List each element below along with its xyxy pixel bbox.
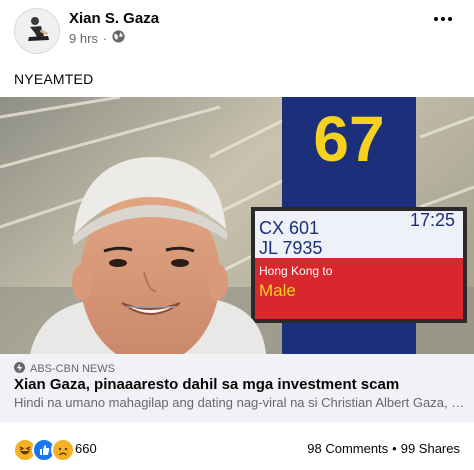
link-headline[interactable]: Xian Gaza, pinaaaresto dahil sa mga inve… <box>14 376 399 393</box>
departure-time: 17:25 <box>410 210 455 230</box>
globe-icon[interactable] <box>112 30 125 46</box>
gate-number: 67 <box>313 103 384 175</box>
post-author-name[interactable]: Xian S. Gaza <box>69 10 159 27</box>
flight-code-1: CX 601 <box>259 218 319 238</box>
route-destination: Male <box>259 281 296 300</box>
link-preview[interactable]: ABS-CBN NEWS Xian Gaza, pinaaaresto dahi… <box>0 354 474 422</box>
shares-count[interactable]: 99 Shares <box>401 441 460 456</box>
engagement-stats: 98 Comments • 99 Shares <box>307 441 460 456</box>
flight-code-2: JL 7935 <box>259 238 322 258</box>
post-meta: 9 hrs · <box>69 30 125 46</box>
news-source-icon <box>14 362 25 376</box>
avatar[interactable] <box>14 8 60 54</box>
post-time[interactable]: 9 hrs <box>69 31 98 46</box>
post-header: Xian S. Gaza 9 hrs · <box>0 0 474 60</box>
more-options-icon[interactable] <box>430 10 456 28</box>
avatar-figure <box>28 17 49 41</box>
sad-reaction-icon <box>51 438 75 462</box>
link-description: Hindi na umano mahagilap ang dating nag-… <box>14 395 466 410</box>
reaction-count[interactable]: 660 <box>75 441 97 456</box>
post-caption: NYEAMTED <box>14 71 94 87</box>
reaction-icons[interactable] <box>13 438 75 462</box>
post-footer: 660 98 Comments • 99 Shares <box>0 432 474 466</box>
route-origin: Hong Kong to <box>259 264 333 278</box>
link-source: ABS-CBN NEWS <box>14 362 115 376</box>
meta-separator: · <box>102 30 108 46</box>
link-source-name: ABS-CBN NEWS <box>30 363 115 375</box>
post-photo[interactable]: 67 CX 601 JL 7935 17:25 Hong Kong to Mal… <box>0 97 474 354</box>
comments-count[interactable]: 98 Comments <box>307 441 388 456</box>
stats-separator: • <box>392 441 397 456</box>
